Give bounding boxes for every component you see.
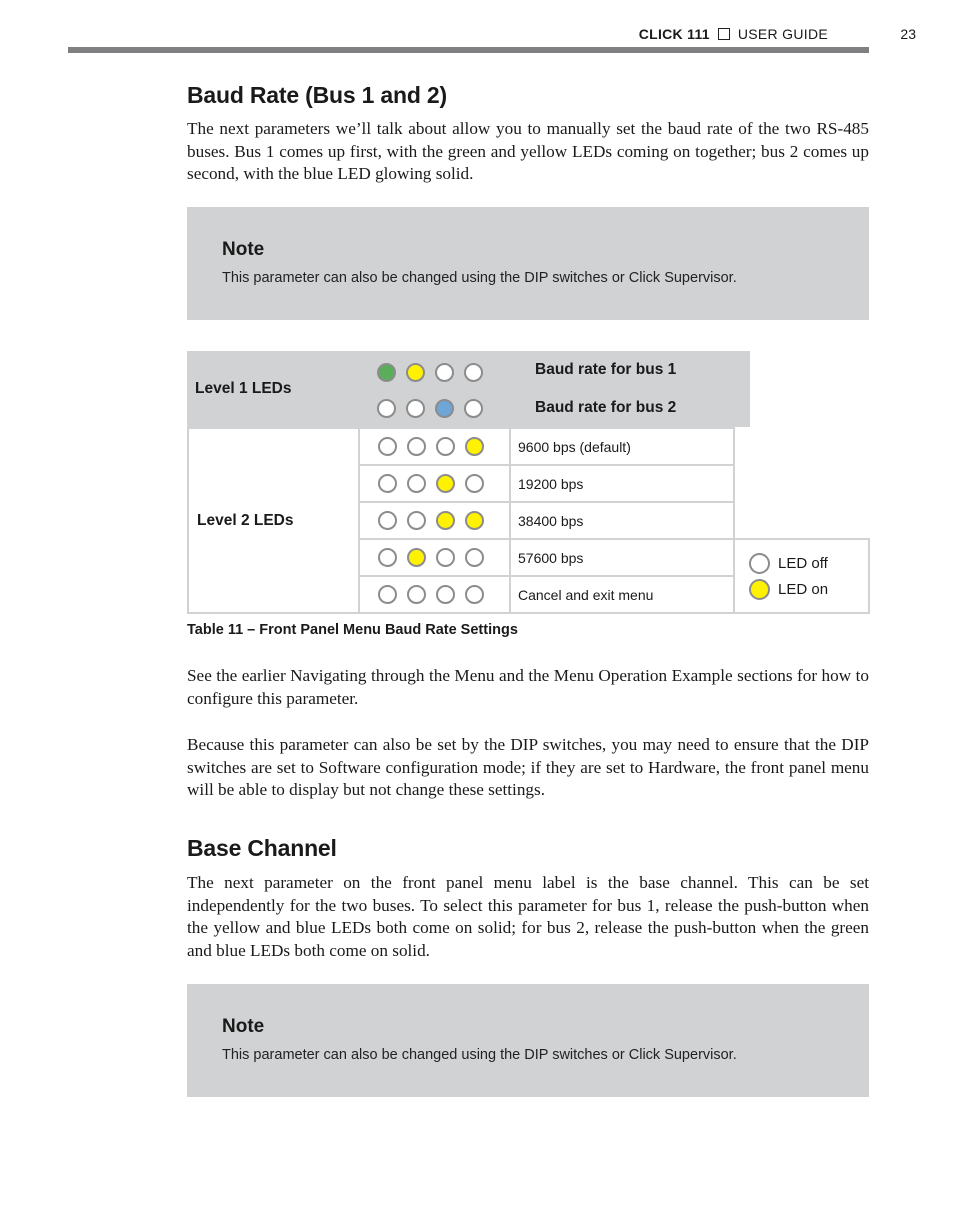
- option-label: 57600 bps: [509, 538, 735, 577]
- level2-row: Level 2 LEDs 9600 bps (default): [187, 427, 869, 614]
- led-group: [358, 538, 511, 577]
- level2-table: Level 2 LEDs 9600 bps (default) 19200 bp…: [187, 427, 870, 614]
- led-off-icon: [749, 552, 770, 574]
- led-group: [358, 389, 527, 427]
- led-off-icon: [435, 362, 454, 382]
- page-number: 23: [900, 26, 916, 42]
- section-title-base-channel: Base Channel: [187, 835, 337, 861]
- paragraph-dip-switches: Because this parameter can also be set b…: [187, 735, 869, 800]
- note-title: Note: [222, 1016, 265, 1037]
- bus1-label: Baud rate for bus 1: [527, 351, 750, 389]
- led-off-icon: [465, 548, 484, 567]
- led-off-icon: [377, 398, 396, 418]
- led-yellow-icon: [436, 474, 455, 493]
- intro-paragraph: The next parameters we’ll talk about all…: [187, 119, 869, 184]
- led-on-icon: [749, 578, 770, 600]
- level2-label: Level 2 LEDs: [187, 427, 360, 614]
- led-blue-icon: [435, 398, 454, 418]
- led-off-icon: [464, 362, 483, 382]
- level1-label: Level 1 LEDs: [187, 351, 358, 427]
- option-label: 19200 bps: [509, 464, 735, 503]
- led-yellow-icon: [436, 511, 455, 530]
- note-title: Note: [222, 239, 265, 260]
- bus2-label: Baud rate for bus 2: [527, 389, 750, 427]
- option-label: Cancel and exit menu: [509, 575, 735, 614]
- note-text: This parameter can also be changed using…: [222, 270, 737, 286]
- led-off-icon: [465, 585, 484, 604]
- led-off-icon: [378, 511, 397, 530]
- table-caption: Table 11 – Front Panel Menu Baud Rate Se…: [187, 622, 518, 638]
- led-off-icon: [464, 398, 483, 418]
- led-off-icon: [407, 511, 426, 530]
- header-section: USER GUIDE: [737, 26, 828, 42]
- legend-led-off: LED off: [749, 550, 868, 576]
- header-title: CLICK 111 USER GUIDE: [639, 26, 828, 42]
- led-off-icon: [378, 548, 397, 567]
- led-off-icon: [407, 437, 426, 456]
- led-group: [358, 351, 527, 389]
- section-title-baud-rate: Baud Rate (Bus 1 and 2): [187, 82, 447, 108]
- led-yellow-icon: [406, 362, 425, 382]
- led-group: [358, 464, 511, 503]
- legend-label: LED off: [778, 554, 828, 572]
- led-off-icon: [378, 585, 397, 604]
- baud-rate-table: Level 1 LEDs Baud rate for bus 1 Baud ra…: [187, 351, 884, 427]
- note-text: This parameter can also be changed using…: [222, 1047, 737, 1063]
- led-off-icon: [407, 585, 426, 604]
- led-yellow-icon: [407, 548, 426, 567]
- header-rule: [68, 47, 869, 53]
- paragraph-see-earlier: See the earlier Navigating through the M…: [187, 666, 869, 708]
- base-channel-paragraph: The next parameter on the front panel me…: [187, 873, 869, 961]
- legend-label: LED on: [778, 580, 829, 598]
- led-group: [358, 427, 511, 466]
- led-group: [358, 501, 511, 540]
- option-label: 9600 bps (default): [509, 427, 735, 466]
- header-product: CLICK 111: [638, 26, 710, 42]
- option-label: 38400 bps: [509, 501, 735, 540]
- led-off-icon: [407, 474, 426, 493]
- led-group: [358, 575, 511, 614]
- note-box: Note This parameter can also be changed …: [187, 984, 869, 1097]
- led-off-icon: [465, 474, 484, 493]
- level1-row: Level 1 LEDs Baud rate for bus 1: [187, 351, 884, 427]
- led-off-icon: [378, 474, 397, 493]
- led-off-icon: [436, 548, 455, 567]
- running-header: CLICK 111 USER GUIDE 23: [0, 26, 916, 46]
- square-icon: [717, 28, 730, 40]
- legend-led-on: LED on: [749, 576, 868, 602]
- led-off-icon: [436, 437, 455, 456]
- led-off-icon: [378, 437, 397, 456]
- led-yellow-icon: [465, 437, 484, 456]
- led-legend: LED off LED on: [733, 538, 870, 614]
- led-off-icon: [436, 585, 455, 604]
- led-green-icon: [377, 362, 396, 382]
- led-yellow-icon: [465, 511, 484, 530]
- led-off-icon: [406, 398, 425, 418]
- note-box: Note This parameter can also be changed …: [187, 207, 869, 320]
